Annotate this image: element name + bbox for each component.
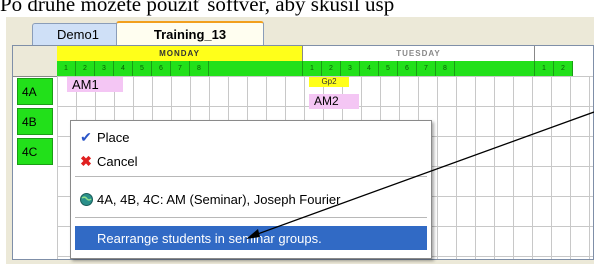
- period-cell: 3: [95, 61, 114, 76]
- period-cell: 4: [114, 61, 133, 76]
- period-cell: 8: [190, 61, 209, 76]
- row-label-4a[interactable]: 4A: [17, 78, 53, 105]
- period-cell: 2: [322, 61, 341, 76]
- red-x-icon: ✖: [80, 152, 92, 169]
- period-cell: 2: [554, 61, 573, 76]
- row-label-4b[interactable]: 4B: [17, 108, 53, 135]
- menu-item-cancel[interactable]: ✖ Cancel: [75, 150, 427, 172]
- period-spacer: [209, 61, 303, 76]
- period-cell: 6: [398, 61, 417, 76]
- period-cell: 7: [417, 61, 436, 76]
- period-cell: 4: [360, 61, 379, 76]
- menu-item-place[interactable]: ✔ Place: [75, 126, 427, 148]
- menu-item-label: Place: [97, 129, 130, 145]
- period-header-row: 1 2 3 4 5 6 7 8 1 2 3 4 5 6 7 8 1 2: [57, 61, 573, 76]
- menu-item-rearrange-students[interactable]: Rearrange students in seminar groups.: [75, 226, 427, 250]
- checkmark-icon: ✔: [80, 128, 92, 145]
- period-cell: 1: [57, 61, 76, 76]
- period-cell: 1: [303, 61, 322, 76]
- period-cell: 5: [133, 61, 152, 76]
- globe-icon: [75, 192, 97, 206]
- period-cell: 5: [379, 61, 398, 76]
- menu-separator: [75, 176, 427, 177]
- day-header-monday: MONDAY: [57, 46, 303, 61]
- lesson-am1[interactable]: AM1: [67, 77, 123, 92]
- lesson-gp2[interactable]: Gp2: [309, 77, 349, 87]
- document-text: Po druhé môžete použiť softvér, aby skús…: [0, 0, 395, 16]
- day-header-tuesday: TUESDAY: [303, 46, 535, 61]
- grid-corner: [13, 46, 58, 77]
- menu-separator: [75, 217, 427, 218]
- period-cell: 8: [436, 61, 455, 76]
- tab-demo1[interactable]: Demo1: [32, 23, 124, 45]
- tab-training-13[interactable]: Training_13: [116, 21, 264, 45]
- period-cell: 6: [152, 61, 171, 76]
- period-cell: 7: [171, 61, 190, 76]
- period-spacer: [455, 61, 535, 76]
- menu-item-label: Cancel: [97, 153, 138, 169]
- period-cell: 3: [341, 61, 360, 76]
- day-header-wednesday: [535, 46, 593, 61]
- menu-item-label: Rearrange students in seminar groups.: [97, 230, 322, 246]
- lesson-am2[interactable]: AM2: [309, 94, 359, 109]
- menu-item-lesson-info[interactable]: 4A, 4B, 4C: AM (Seminar), Joseph Fourier: [75, 188, 427, 210]
- row-label-4c[interactable]: 4C: [17, 138, 53, 165]
- period-cell: 2: [76, 61, 95, 76]
- menu-item-label: 4A, 4B, 4C: AM (Seminar), Joseph Fourier: [97, 191, 341, 207]
- period-cell: 1: [535, 61, 554, 76]
- context-menu: ✔ Place ✖ Cancel 4A, 4B, 4C: AM (Seminar…: [70, 120, 432, 259]
